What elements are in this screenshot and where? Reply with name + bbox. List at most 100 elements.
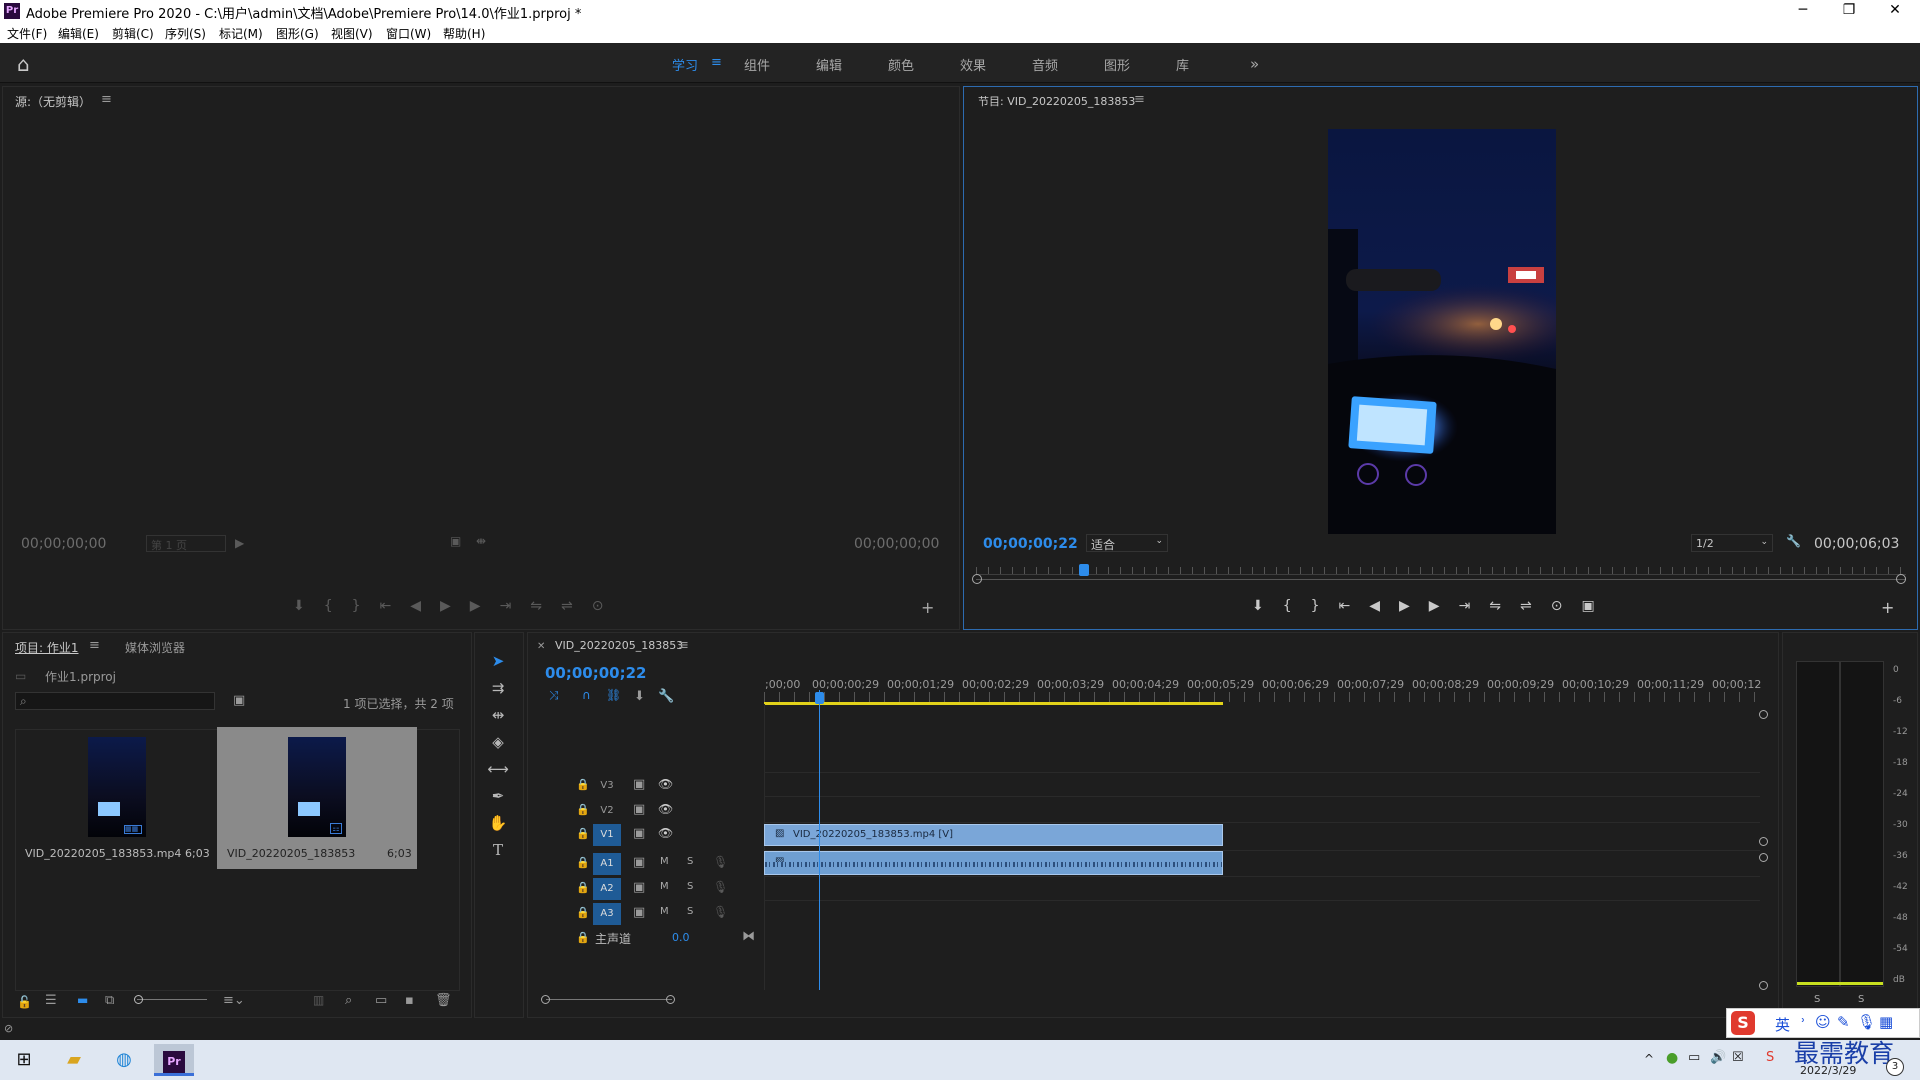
track-target-v3[interactable]: V3 xyxy=(596,777,618,795)
voice-icon[interactable]: 🎙 xyxy=(1857,1013,1876,1031)
wrench-icon[interactable]: 🔧 xyxy=(1786,534,1801,548)
workspace-tab-editing[interactable]: 编辑 xyxy=(816,55,842,74)
project-search-input[interactable]: ⌕ xyxy=(15,692,215,710)
eye-icon[interactable]: 👁 xyxy=(658,802,673,816)
workspace-tab-libraries[interactable]: 库 xyxy=(1176,55,1189,74)
track-select-tool-icon[interactable]: ⇉ xyxy=(484,679,512,703)
selection-tool-icon[interactable]: ➤ xyxy=(484,652,512,676)
add-marker-icon[interactable]: ⬇ xyxy=(634,689,645,704)
track-target-v1[interactable]: V1 xyxy=(593,824,621,846)
notification-badge[interactable]: 3 xyxy=(1886,1058,1904,1076)
sync-lock-icon[interactable]: ▣ xyxy=(633,855,645,870)
eye-icon[interactable]: 👁 xyxy=(658,777,673,791)
program-time-ruler[interactable] xyxy=(976,567,1906,575)
zoom-handle-right[interactable] xyxy=(1896,574,1906,584)
snap-icon[interactable]: ∩ xyxy=(582,688,591,702)
slip-tool-icon[interactable]: ⟷ xyxy=(484,760,512,784)
page-next-icon[interactable]: ▶ xyxy=(235,536,244,550)
audio-clip[interactable]: ▨ xyxy=(764,851,1223,875)
tab-project[interactable]: 项目: 作业1 xyxy=(15,639,79,656)
sync-lock-icon[interactable]: ▣ xyxy=(633,905,645,920)
project-item[interactable]: ▦▦ VID_20220205_183853.mp4 6;03 xyxy=(15,729,213,869)
scroll-handle[interactable] xyxy=(1759,837,1768,846)
restore-icon[interactable]: ❐ xyxy=(1826,0,1872,22)
workspace-tab-graphics[interactable]: 图形 xyxy=(1104,55,1130,74)
nest-toggle-icon[interactable]: ⤨ xyxy=(549,688,559,703)
panel-menu-icon[interactable]: ≡ xyxy=(1134,92,1145,107)
sync-lock-icon[interactable]: ▣ xyxy=(633,777,645,792)
icon-view-icon[interactable]: ▬ xyxy=(77,993,88,1007)
new-bin-from-search-icon[interactable]: ▣ xyxy=(233,693,245,708)
timeline-playhead-handle[interactable] xyxy=(815,692,824,704)
timeline-playhead-line[interactable] xyxy=(819,690,820,990)
network-icon[interactable]: ▭ xyxy=(1688,1050,1700,1065)
input-method-icon[interactable]: ☒ xyxy=(1732,1050,1744,1065)
freeform-view-icon[interactable]: ⧉ xyxy=(105,993,114,1008)
file-explorer-icon[interactable]: ▰ xyxy=(54,1044,94,1076)
close-icon[interactable]: ✕ xyxy=(1872,0,1918,22)
go-to-edit-icon[interactable]: ⧓ xyxy=(742,929,755,944)
track-area[interactable] xyxy=(764,704,1760,990)
workspace-tab-learn[interactable]: 学习 xyxy=(672,55,698,74)
timeline-timecode[interactable]: 00;00;00;22 xyxy=(545,664,647,682)
resolution-select[interactable]: 1/2 ⌄ xyxy=(1691,534,1773,552)
solo-button[interactable]: S xyxy=(687,856,693,867)
program-timecode[interactable]: 00;00;00;22 xyxy=(983,536,1078,552)
program-transport-controls[interactable]: ⬇{}⇤◀▶▶⇥⇋⇌⊙▣ xyxy=(1252,598,1614,614)
tray-app-icon[interactable]: ● xyxy=(1666,1050,1678,1066)
sogou-icon[interactable]: S xyxy=(1731,1011,1755,1035)
linked-selection-icon[interactable]: ⛓ xyxy=(606,688,621,702)
volume-icon[interactable]: 🔊 xyxy=(1710,1050,1726,1065)
zoom-handle-right[interactable] xyxy=(666,995,675,1004)
lock-icon[interactable]: 🔒 xyxy=(576,856,590,869)
edge-browser-icon[interactable]: ◍ xyxy=(104,1044,144,1076)
sogou-tray-icon[interactable]: S xyxy=(1766,1050,1774,1065)
automate-to-sequence-icon[interactable]: ▥ xyxy=(313,993,324,1007)
solo-button[interactable]: S xyxy=(687,906,693,917)
lock-icon[interactable]: 🔓 xyxy=(17,995,32,1009)
menu-marker[interactable]: 标记(M) xyxy=(219,25,263,42)
sync-lock-icon[interactable]: ▣ xyxy=(633,880,645,895)
sync-lock-icon[interactable]: ▣ xyxy=(633,802,645,817)
find-icon[interactable]: ⌕ xyxy=(345,993,352,1008)
lock-icon[interactable]: 🔒 xyxy=(576,827,590,840)
lock-icon[interactable]: 🔒 xyxy=(576,778,590,791)
scroll-handle[interactable] xyxy=(1759,710,1768,719)
master-volume-value[interactable]: 0.0 xyxy=(672,931,690,944)
skin-icon[interactable]: ✎ xyxy=(1837,1013,1850,1031)
eye-icon[interactable]: 👁 xyxy=(658,826,673,840)
razor-tool-icon[interactable]: ◈ xyxy=(484,733,512,757)
close-sequence-icon[interactable]: ✕ xyxy=(537,641,545,652)
minimize-icon[interactable]: ─ xyxy=(1780,0,1826,22)
lock-icon[interactable]: 🔒 xyxy=(576,906,590,919)
menu-view[interactable]: 视图(V) xyxy=(331,25,373,42)
show-hidden-icons-icon[interactable]: ^ xyxy=(1644,1052,1654,1066)
time-ruler[interactable]: ;00;00 00;00;00;29 00;00;01;29 00;00;02;… xyxy=(764,672,1762,692)
solo-button[interactable]: S xyxy=(687,881,693,892)
menu-graphics[interactable]: 图形(G) xyxy=(276,25,319,42)
scroll-handle[interactable] xyxy=(1759,853,1768,862)
ripple-edit-tool-icon[interactable]: ⇹ xyxy=(484,706,512,730)
workspace-tab-assembly[interactable]: 组件 xyxy=(744,55,770,74)
menu-window[interactable]: 窗口(W) xyxy=(386,25,431,42)
microphone-icon[interactable]: 🎙 xyxy=(713,880,728,894)
new-bin-icon[interactable]: ▭ xyxy=(375,993,387,1008)
zoom-level-select[interactable]: 适合 ⌄ xyxy=(1086,534,1168,552)
insert-icon[interactable]: ⇼ xyxy=(476,534,486,548)
scroll-handle[interactable] xyxy=(1759,981,1768,990)
track-target-a1[interactable]: A1 xyxy=(593,853,621,875)
lock-icon[interactable]: 🔒 xyxy=(576,931,590,944)
mute-button[interactable]: M xyxy=(660,856,669,867)
panel-menu-icon[interactable]: ≡ xyxy=(89,638,100,653)
menu-help[interactable]: 帮助(H) xyxy=(443,25,485,42)
zoom-handle-left[interactable] xyxy=(972,574,982,584)
hand-tool-icon[interactable]: ✋ xyxy=(484,814,512,838)
list-view-icon[interactable]: ☰ xyxy=(45,993,57,1008)
mute-button[interactable]: M xyxy=(660,906,669,917)
panel-menu-icon[interactable]: ≡ xyxy=(678,638,689,653)
source-timecode[interactable]: 00;00;00;00 xyxy=(21,536,106,552)
program-zoom-bar[interactable] xyxy=(976,579,1906,580)
premiere-taskbar-icon[interactable]: Pr xyxy=(154,1044,194,1076)
add-button-icon[interactable]: + xyxy=(921,598,934,617)
lock-icon[interactable]: 🔒 xyxy=(576,881,590,894)
